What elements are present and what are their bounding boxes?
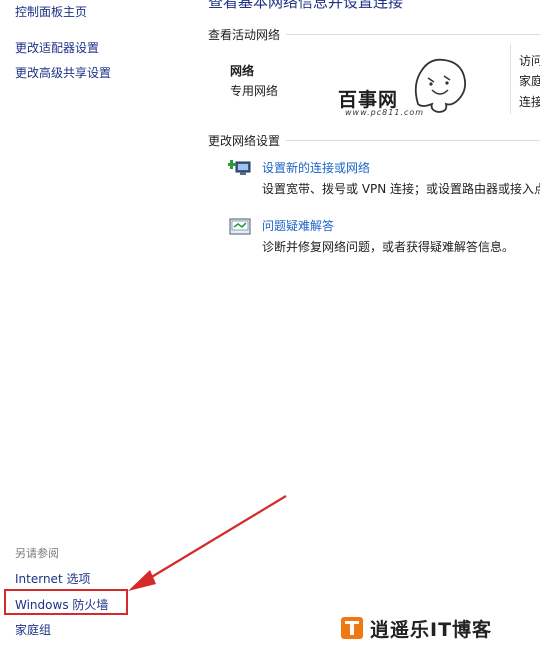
new-connection-icon — [228, 160, 251, 175]
see-also-heading: 另请参阅 — [15, 547, 59, 560]
network-name: 网络 — [230, 64, 255, 78]
sidebar-home-link[interactable]: 控制面板主页 — [15, 3, 87, 20]
troubleshoot-desc: 诊断并修复网络问题，或者获得疑难解答信息。 — [262, 240, 515, 254]
annotation-arrow — [128, 495, 287, 591]
section-divider — [286, 140, 540, 141]
homegroup-label: 家庭 — [519, 74, 540, 88]
page-title: 查看基本网络信息并设置连接 — [208, 0, 404, 11]
connections-label: 连接 — [519, 95, 540, 109]
network-column-divider — [510, 44, 511, 114]
section-divider — [286, 34, 540, 35]
mascot-logo — [414, 58, 467, 113]
access-type-label: 访问 — [519, 54, 540, 68]
change-settings-heading: 更改网络设置 — [208, 134, 281, 148]
setup-new-connection-link[interactable]: 设置新的连接或网络 — [262, 159, 370, 176]
firewall-highlight-box — [4, 589, 128, 615]
blog-logo-icon — [341, 617, 363, 639]
setup-new-connection-desc: 设置宽带、拨号或 VPN 连接；或设置路由器或接入点 — [262, 182, 540, 196]
troubleshoot-icon — [229, 218, 251, 235]
sidebar-item-advanced-sharing[interactable]: 更改高级共享设置 — [15, 64, 111, 81]
network-type-link[interactable]: 专用网络 — [230, 82, 278, 99]
blog-watermark-text: 逍遥乐IT博客 — [370, 619, 493, 641]
troubleshoot-link[interactable]: 问题疑难解答 — [262, 217, 334, 234]
active-network-heading: 查看活动网络 — [208, 28, 281, 42]
homegroup-link[interactable]: 家庭组 — [15, 621, 51, 638]
sidebar-item-adapter-settings[interactable]: 更改适配器设置 — [15, 39, 99, 56]
internet-options-link[interactable]: Internet 选项 — [15, 570, 90, 587]
